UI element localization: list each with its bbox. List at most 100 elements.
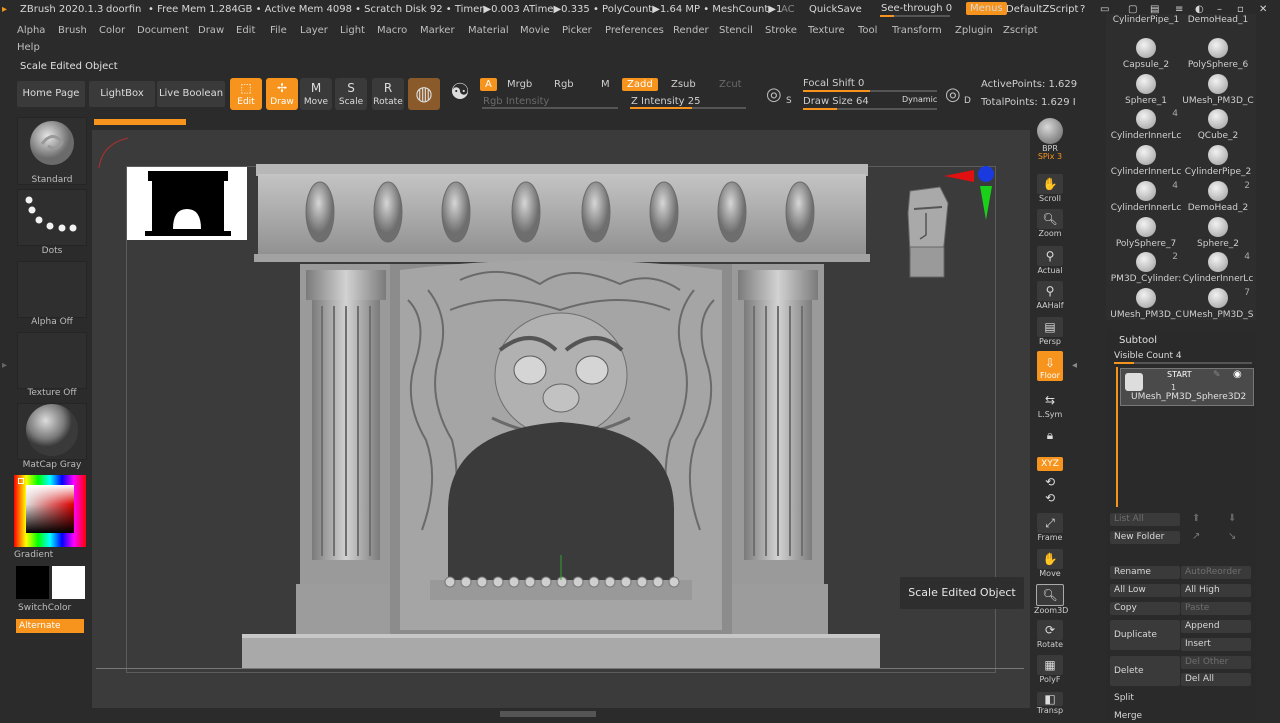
tool-item[interactable]: PolySphere_6 (1182, 38, 1254, 70)
delete-button[interactable]: Delete (1110, 656, 1180, 686)
zoom-button[interactable]: 🔍︎ Zoom (1034, 209, 1066, 238)
subtool-scrollbar[interactable] (1116, 367, 1118, 507)
move-up-icon[interactable]: ↗ (1192, 531, 1200, 542)
a-toggle[interactable]: A (480, 78, 497, 91)
edit-button[interactable]: ⬚ Edit (230, 78, 262, 110)
stroke-dots-button[interactable] (17, 189, 87, 246)
menu-draw[interactable]: Draw (198, 25, 224, 36)
menu-picker[interactable]: Picker (562, 25, 592, 36)
tool-item[interactable]: CylinderPipe_1 (1110, 15, 1182, 25)
menu-preferences[interactable]: Preferences (605, 25, 664, 36)
menu-brush[interactable]: Brush (58, 25, 87, 36)
menu-render[interactable]: Render (673, 25, 709, 36)
menu-light[interactable]: Light (340, 25, 365, 36)
focal-shift-track[interactable] (803, 90, 937, 92)
actual-button[interactable]: ⚲ Actual (1034, 246, 1066, 275)
see-through-track[interactable] (880, 15, 950, 17)
rename-button[interactable]: Rename (1110, 566, 1180, 579)
menu-color[interactable]: Color (99, 25, 125, 36)
close-icon[interactable]: ✕ (1259, 4, 1267, 15)
material-swatch-button[interactable]: ◍ (408, 78, 440, 110)
axis-gizmo[interactable] (940, 162, 996, 224)
help-icon[interactable]: ? (1080, 4, 1085, 15)
main-color-swatch[interactable] (16, 566, 49, 599)
polyf-button[interactable]: ▦ PolyF (1034, 655, 1066, 684)
scale-button[interactable]: S Scale (335, 78, 367, 110)
append-button[interactable]: Append (1181, 620, 1251, 633)
menu-layer[interactable]: Layer (300, 25, 328, 36)
tool-item[interactable]: Capsule_2 (1110, 38, 1182, 70)
tool-item[interactable]: CylinderInnerLc 4 (1110, 109, 1182, 141)
draw-button[interactable]: ✢ Draw (266, 78, 298, 110)
alpha-button[interactable] (17, 261, 87, 318)
menu-tool[interactable]: Tool (858, 25, 877, 36)
quicksave-button[interactable]: QuickSave (809, 4, 862, 15)
tool-item[interactable]: QCube_2 (1182, 109, 1254, 141)
menus-button[interactable]: Menus (966, 2, 1007, 15)
transp-button[interactable]: ◧ Transp (1034, 692, 1066, 715)
menu-file[interactable]: File (270, 25, 287, 36)
menu-marker[interactable]: Marker (420, 25, 455, 36)
tool-item[interactable]: CylinderInnerLc 4 (1110, 180, 1182, 213)
brush-toggle-icon[interactable]: ✎ (1213, 370, 1221, 380)
eye-icon[interactable]: ◉ (1233, 369, 1242, 380)
all-low-button[interactable]: All Low (1110, 584, 1180, 597)
tool-item[interactable]: Sphere_2 (1182, 216, 1254, 249)
tool-item[interactable]: DemoHead_2 2 (1182, 180, 1254, 213)
lightbox-button[interactable]: LightBox (89, 81, 155, 107)
menu-movie[interactable]: Movie (520, 25, 550, 36)
tool-item[interactable]: PolySphere_7 (1110, 216, 1182, 249)
tool-item[interactable]: DemoHead_1 (1182, 15, 1254, 25)
xyz-button[interactable]: XYZ (1034, 457, 1066, 471)
move-down-icon[interactable]: ↘ (1228, 531, 1236, 542)
del-other-button[interactable]: Del Other (1181, 656, 1251, 669)
menu-help[interactable]: Help (17, 42, 40, 53)
alternate-button[interactable]: Alternate (16, 619, 84, 633)
menu-material[interactable]: Material (468, 25, 509, 36)
secondary-color-swatch[interactable] (52, 566, 85, 599)
tool-item[interactable]: UMesh_PM3D_S 7 (1182, 287, 1254, 320)
move-view-button[interactable]: ✋ Move (1034, 549, 1066, 578)
lsym-button[interactable]: ⇆ L.Sym (1034, 390, 1066, 419)
home-page-button[interactable]: Home Page (17, 81, 85, 107)
insert-button[interactable]: Insert (1181, 638, 1251, 651)
material-button[interactable] (17, 403, 87, 460)
menu-texture[interactable]: Texture (808, 25, 845, 36)
visible-count-slider[interactable]: Visible Count 4 (1114, 351, 1182, 361)
tool-item[interactable]: CylinderInnerLc 4 (1182, 252, 1254, 284)
tool-item[interactable]: CylinderInnerLc (1110, 145, 1182, 177)
menu-alpha[interactable]: Alpha (17, 25, 45, 36)
arrow-down-icon[interactable]: ⬇ (1228, 513, 1236, 524)
arrow-up-icon[interactable]: ⬆ (1192, 513, 1200, 524)
lock-button[interactable]: 🔒︎ (1034, 425, 1066, 445)
frame-button[interactable]: ⤢ Frame (1034, 513, 1066, 542)
menu-zscript[interactable]: Zscript (1003, 25, 1038, 36)
zadd-toggle[interactable]: Zadd (622, 78, 658, 91)
paste-button[interactable]: Paste (1181, 602, 1251, 615)
navigator-thumbnail[interactable] (127, 167, 247, 240)
zoom3d-button[interactable]: 🔍︎ Zoom3D (1034, 584, 1068, 615)
collapse-left-icon[interactable]: ▸ (2, 360, 7, 371)
tool-item[interactable]: CylinderPipe_2 (1182, 145, 1254, 177)
z-intensity-track[interactable] (630, 107, 746, 109)
rotate-view-button[interactable]: ⟳ Rotate (1034, 620, 1066, 649)
tool-item[interactable]: UMesh_PM3D_C (1182, 73, 1254, 106)
tool-item[interactable]: UMesh_PM3D_C (1110, 287, 1182, 320)
texture-button[interactable] (17, 332, 87, 389)
subtool-title[interactable]: Subtool (1119, 335, 1157, 346)
color-square[interactable] (26, 485, 74, 533)
menu-document[interactable]: Document (137, 25, 189, 36)
tool-item[interactable]: PM3D_Cylinder: 2 (1110, 252, 1182, 284)
all-high-button[interactable]: All High (1181, 584, 1251, 597)
rgb-toggle[interactable]: Rgb (549, 78, 579, 91)
see-through-slider[interactable]: See-through 0 (881, 3, 952, 14)
dynamic-toggle[interactable]: Dynamic (902, 95, 937, 104)
copy-button[interactable]: Copy (1110, 602, 1180, 615)
auto-reorder-button[interactable]: AutoReorder (1181, 566, 1251, 579)
color-cursor-icon[interactable] (18, 478, 24, 484)
switch-color-button[interactable]: SwitchColor (18, 603, 88, 613)
draw-size-track[interactable] (803, 108, 937, 110)
bpr-button[interactable]: BPR (1034, 118, 1066, 153)
menu-stroke[interactable]: Stroke (765, 25, 797, 36)
gradient-label[interactable]: Gradient (14, 550, 84, 560)
